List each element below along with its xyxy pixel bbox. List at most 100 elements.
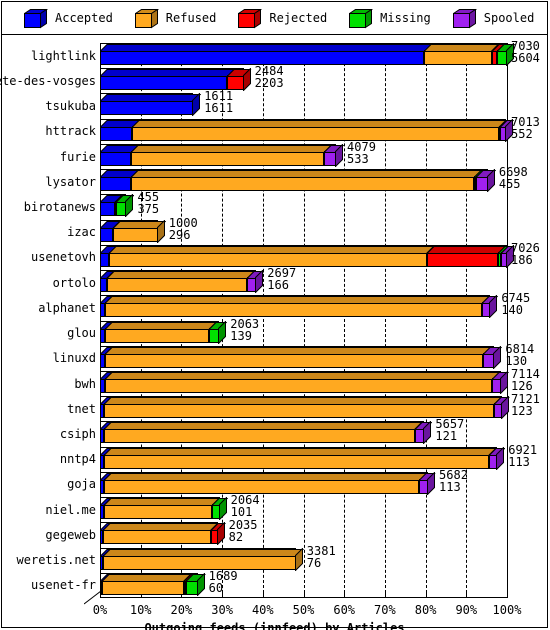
row-total-value: 7013 bbox=[511, 114, 540, 129]
bar-end-cap bbox=[218, 497, 227, 521]
category-label: usenet-fr bbox=[30, 578, 96, 593]
bar-end-cap bbox=[216, 522, 225, 546]
row-value-labels: 5682 113 bbox=[439, 469, 468, 493]
legend-label: Rejected bbox=[269, 11, 328, 25]
bar-segment-accepted bbox=[100, 150, 131, 166]
chart-row: alphanet 6745 140 bbox=[38, 292, 530, 320]
bar-end-cap bbox=[486, 169, 495, 193]
bar-end-cap bbox=[294, 547, 303, 571]
legend-label: Missing bbox=[380, 11, 431, 25]
x-axis-label: 100% bbox=[492, 603, 522, 617]
category-label: birotanews bbox=[23, 199, 96, 214]
bar-segment-top bbox=[424, 43, 500, 52]
row-value-labels: 6698 455 bbox=[499, 166, 528, 190]
bar-segment-rejected bbox=[227, 75, 244, 91]
legend-item-rejected: Rejected bbox=[216, 2, 327, 34]
row-secondary-value: 60 bbox=[208, 580, 224, 595]
category-label: lysator bbox=[45, 174, 96, 189]
row-secondary-value: 121 bbox=[435, 429, 458, 444]
row-value-labels: 2063 139 bbox=[230, 318, 259, 342]
bar-segment-top bbox=[105, 295, 491, 305]
row-value-labels: 5657 121 bbox=[435, 418, 464, 442]
x-axis-label: 90% bbox=[455, 603, 478, 617]
bar-segment-top bbox=[103, 497, 220, 507]
chart-row: niel.me 2064 101 bbox=[45, 494, 507, 522]
category-label: goja bbox=[67, 477, 96, 492]
chart-row: usenet-fr 1689 60 bbox=[31, 570, 507, 598]
row-total-value: 1689 bbox=[208, 568, 238, 583]
category-label: tnet bbox=[67, 401, 96, 416]
bar-segment-accepted bbox=[100, 176, 131, 192]
bar-end-cap bbox=[192, 93, 201, 117]
bar-segment-refused bbox=[112, 226, 158, 242]
bar-segment-top bbox=[132, 118, 507, 128]
chart-row: httrack 7013 552 bbox=[45, 116, 540, 144]
bar-segment-accepted bbox=[100, 50, 425, 65]
legend-label: Spooled bbox=[483, 11, 535, 25]
row-secondary-value: 375 bbox=[137, 202, 160, 217]
bar-end-cap bbox=[423, 421, 432, 445]
row-value-labels: 7030 5604 bbox=[511, 40, 540, 64]
bar-segment-accepted bbox=[100, 125, 133, 141]
bar-segment-refused bbox=[104, 453, 489, 469]
chart-row: izac 1000 296 bbox=[67, 215, 507, 245]
x-axis-label: 20% bbox=[170, 603, 193, 617]
chart-row: birotanews 455 375 bbox=[24, 191, 507, 219]
row-secondary-value: 186 bbox=[511, 252, 533, 267]
bar-end-cap bbox=[496, 446, 505, 470]
row-value-labels: 7013 552 bbox=[511, 116, 540, 140]
row-value-labels: 7121 123 bbox=[511, 393, 540, 417]
row-secondary-value: 140 bbox=[501, 303, 523, 318]
plot-area: lightlink 70305604 bete-des-vosges 24842203… bbox=[0, 40, 540, 598]
bar-segment-rejected bbox=[426, 251, 499, 267]
bar-segment-top bbox=[102, 572, 192, 582]
legend-item-spooled: Spooled bbox=[431, 2, 535, 34]
row-secondary-value: 552 bbox=[511, 126, 533, 141]
chart-row: gegeweb 2035 82 bbox=[45, 519, 507, 547]
bar-segment-top bbox=[104, 421, 423, 431]
legend-label: Refused bbox=[165, 11, 217, 25]
bar-segment-refused bbox=[104, 403, 495, 419]
x-axis-label: 80% bbox=[414, 603, 437, 617]
row-secondary-value: 82 bbox=[228, 530, 244, 545]
bar-segment-top bbox=[112, 219, 166, 229]
bar-end-cap bbox=[242, 68, 251, 92]
row-value-labels: 2064 101 bbox=[231, 494, 260, 518]
bar-segment-top bbox=[102, 547, 304, 557]
x-axis-label: 60% bbox=[333, 603, 356, 617]
category-label: niel.me bbox=[45, 502, 96, 517]
bar-end-cap bbox=[489, 295, 498, 319]
category-label: usenetovh bbox=[30, 250, 96, 265]
chart-row: ortolo 2697 166 bbox=[53, 267, 507, 295]
row-secondary-value: 296 bbox=[168, 227, 191, 242]
bar-segment-top bbox=[103, 522, 219, 532]
row-value-labels: 2484 2203 bbox=[255, 65, 284, 89]
bar-segment-refused bbox=[104, 428, 415, 444]
x-axis-label: 70% bbox=[374, 603, 396, 617]
category-label: furie bbox=[59, 149, 96, 164]
row-secondary-value: 130 bbox=[505, 353, 528, 368]
bar-end-cap bbox=[255, 270, 264, 294]
bar-segment-top bbox=[106, 270, 255, 280]
row-secondary-value: 76 bbox=[306, 555, 322, 570]
bar-end-cap bbox=[335, 143, 344, 167]
bar-segment-top bbox=[100, 194, 123, 204]
row-value-labels: 4079 533 bbox=[347, 141, 376, 165]
category-label: glou bbox=[67, 326, 96, 341]
category-label: tsukuba bbox=[45, 99, 96, 114]
bar-segment-refused bbox=[132, 125, 499, 141]
x-axis-label: 0% bbox=[92, 603, 108, 617]
row-value-labels: 1689 60 bbox=[209, 570, 238, 594]
cube-icon bbox=[451, 8, 477, 28]
bar-segment-top bbox=[104, 396, 503, 406]
row-secondary-value: 139 bbox=[230, 328, 252, 343]
cube-icon bbox=[348, 8, 374, 28]
chart-row: lightlink 7030 5604 bbox=[31, 40, 540, 68]
category-label: lightlink bbox=[30, 48, 96, 63]
bar-segment-refused bbox=[104, 478, 420, 494]
bar-end-cap bbox=[196, 572, 205, 596]
row-secondary-value: 5604 bbox=[511, 51, 540, 65]
bar-end-cap bbox=[500, 370, 509, 394]
plot-frame: lightlink 70305604 bete-des-vosges 24842203… bbox=[0, 35, 547, 630]
row-total-value: 1000 bbox=[168, 215, 198, 230]
